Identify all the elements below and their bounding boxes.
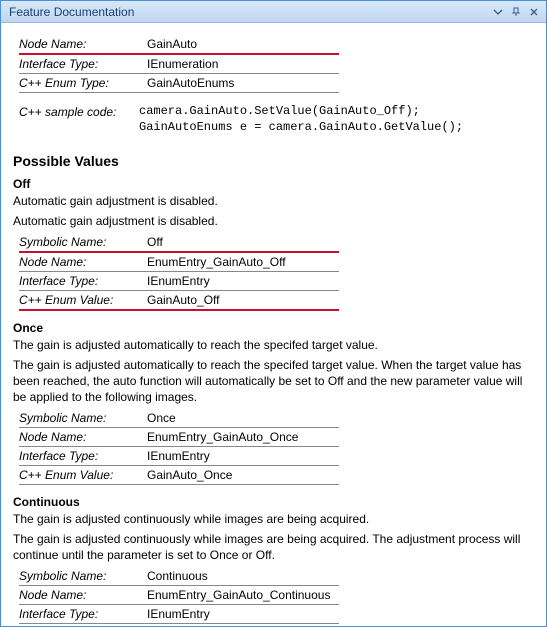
value-block: Continuous The gain is adjusted continuou… xyxy=(13,495,534,626)
prop-row-symbolic-name: Symbolic Name:Continuous xyxy=(19,567,534,586)
prop-value: IEnumeration xyxy=(139,55,339,74)
content-scroll-area[interactable]: Node Name: GainAuto Interface Type: IEnu… xyxy=(1,23,546,626)
prop-row-node-name: Node Name:EnumEntry_GainAuto_Once xyxy=(19,428,534,447)
prop-label: C++ Enum Value: xyxy=(19,624,139,626)
prop-value: GainAuto_Continuous xyxy=(139,624,339,626)
prop-value: Continuous xyxy=(139,567,339,586)
value-long-desc: The gain is adjusted automatically to re… xyxy=(13,357,534,405)
prop-label: C++ Enum Type: xyxy=(19,74,139,93)
value-property-table: Symbolic Name:OffNode Name:EnumEntry_Gai… xyxy=(19,233,534,311)
value-short-desc: The gain is adjusted continuously while … xyxy=(13,511,534,527)
prop-label: Interface Type: xyxy=(19,447,139,466)
value-name-heading: Once xyxy=(13,321,534,335)
prop-label: Node Name: xyxy=(19,428,139,447)
cpp-sample-label: C++ sample code: xyxy=(19,103,139,135)
close-icon[interactable] xyxy=(526,4,542,20)
value-short-desc: The gain is adjusted automatically to re… xyxy=(13,337,534,353)
prop-row-interface-type: Interface Type:IEnumEntry xyxy=(19,447,534,466)
prop-value: IEnumEntry xyxy=(139,272,339,291)
prop-row-interface-type: Interface Type:IEnumEntry xyxy=(19,605,534,624)
titlebar-controls xyxy=(490,4,542,20)
prop-label: Symbolic Name: xyxy=(19,233,139,253)
pin-icon[interactable] xyxy=(508,4,524,20)
prop-row-node-name: Node Name: GainAuto xyxy=(19,35,534,55)
cpp-sample-row: C++ sample code: camera.GainAuto.SetValu… xyxy=(19,103,534,135)
prop-value: GainAuto xyxy=(139,35,339,55)
prop-value: GainAuto_Once xyxy=(139,466,339,485)
cpp-sample-code: camera.GainAuto.SetValue(GainAuto_Off); … xyxy=(139,103,463,135)
values-container: Off Automatic gain adjustment is disabled… xyxy=(13,177,534,626)
dropdown-icon[interactable] xyxy=(490,4,506,20)
prop-value: Once xyxy=(139,409,339,428)
prop-value: IEnumEntry xyxy=(139,605,339,624)
prop-row-node-name: Node Name:EnumEntry_GainAuto_Continuous xyxy=(19,586,534,605)
window-title: Feature Documentation xyxy=(9,5,490,19)
prop-row-node-name: Node Name:EnumEntry_GainAuto_Off xyxy=(19,253,534,272)
prop-label: Node Name: xyxy=(19,253,139,272)
prop-label: Interface Type: xyxy=(19,605,139,624)
prop-row-symbolic-name: Symbolic Name:Off xyxy=(19,233,534,253)
prop-row-cpp-enum-value: C++ Enum Value:GainAuto_Off xyxy=(19,291,534,311)
prop-label: Node Name: xyxy=(19,35,139,55)
window-titlebar: Feature Documentation xyxy=(1,1,546,23)
top-property-table: Node Name: GainAuto Interface Type: IEnu… xyxy=(19,35,534,93)
possible-values-heading: Possible Values xyxy=(13,153,534,169)
prop-label: Symbolic Name: xyxy=(19,567,139,586)
prop-value: GainAuto_Off xyxy=(139,291,339,311)
prop-row-cpp-enum-value: C++ Enum Value:GainAuto_Once xyxy=(19,466,534,485)
prop-label: Node Name: xyxy=(19,586,139,605)
value-property-table: Symbolic Name:ContinuousNode Name:EnumEn… xyxy=(19,567,534,626)
value-property-table: Symbolic Name:OnceNode Name:EnumEntry_Ga… xyxy=(19,409,534,485)
prop-label: C++ Enum Value: xyxy=(19,291,139,311)
prop-label: Symbolic Name: xyxy=(19,409,139,428)
value-long-desc: Automatic gain adjustment is disabled. xyxy=(13,213,534,229)
prop-row-symbolic-name: Symbolic Name:Once xyxy=(19,409,534,428)
prop-value: EnumEntry_GainAuto_Continuous xyxy=(139,586,339,605)
prop-label: C++ Enum Value: xyxy=(19,466,139,485)
prop-row-cpp-enum-type: C++ Enum Type: GainAutoEnums xyxy=(19,74,534,93)
value-block: Once The gain is adjusted automatically t… xyxy=(13,321,534,485)
prop-value: EnumEntry_GainAuto_Once xyxy=(139,428,339,447)
prop-row-interface-type: Interface Type:IEnumEntry xyxy=(19,272,534,291)
prop-label: Interface Type: xyxy=(19,272,139,291)
prop-value: GainAutoEnums xyxy=(139,74,339,93)
prop-value: Off xyxy=(139,233,339,253)
value-block: Off Automatic gain adjustment is disabled… xyxy=(13,177,534,311)
prop-value: IEnumEntry xyxy=(139,447,339,466)
value-name-heading: Off xyxy=(13,177,534,191)
prop-row-cpp-enum-value: C++ Enum Value:GainAuto_Continuous xyxy=(19,624,534,626)
prop-value: EnumEntry_GainAuto_Off xyxy=(139,253,339,272)
value-long-desc: The gain is adjusted continuously while … xyxy=(13,531,534,563)
value-short-desc: Automatic gain adjustment is disabled. xyxy=(13,193,534,209)
prop-row-interface-type: Interface Type: IEnumeration xyxy=(19,55,534,74)
value-name-heading: Continuous xyxy=(13,495,534,509)
prop-label: Interface Type: xyxy=(19,55,139,74)
